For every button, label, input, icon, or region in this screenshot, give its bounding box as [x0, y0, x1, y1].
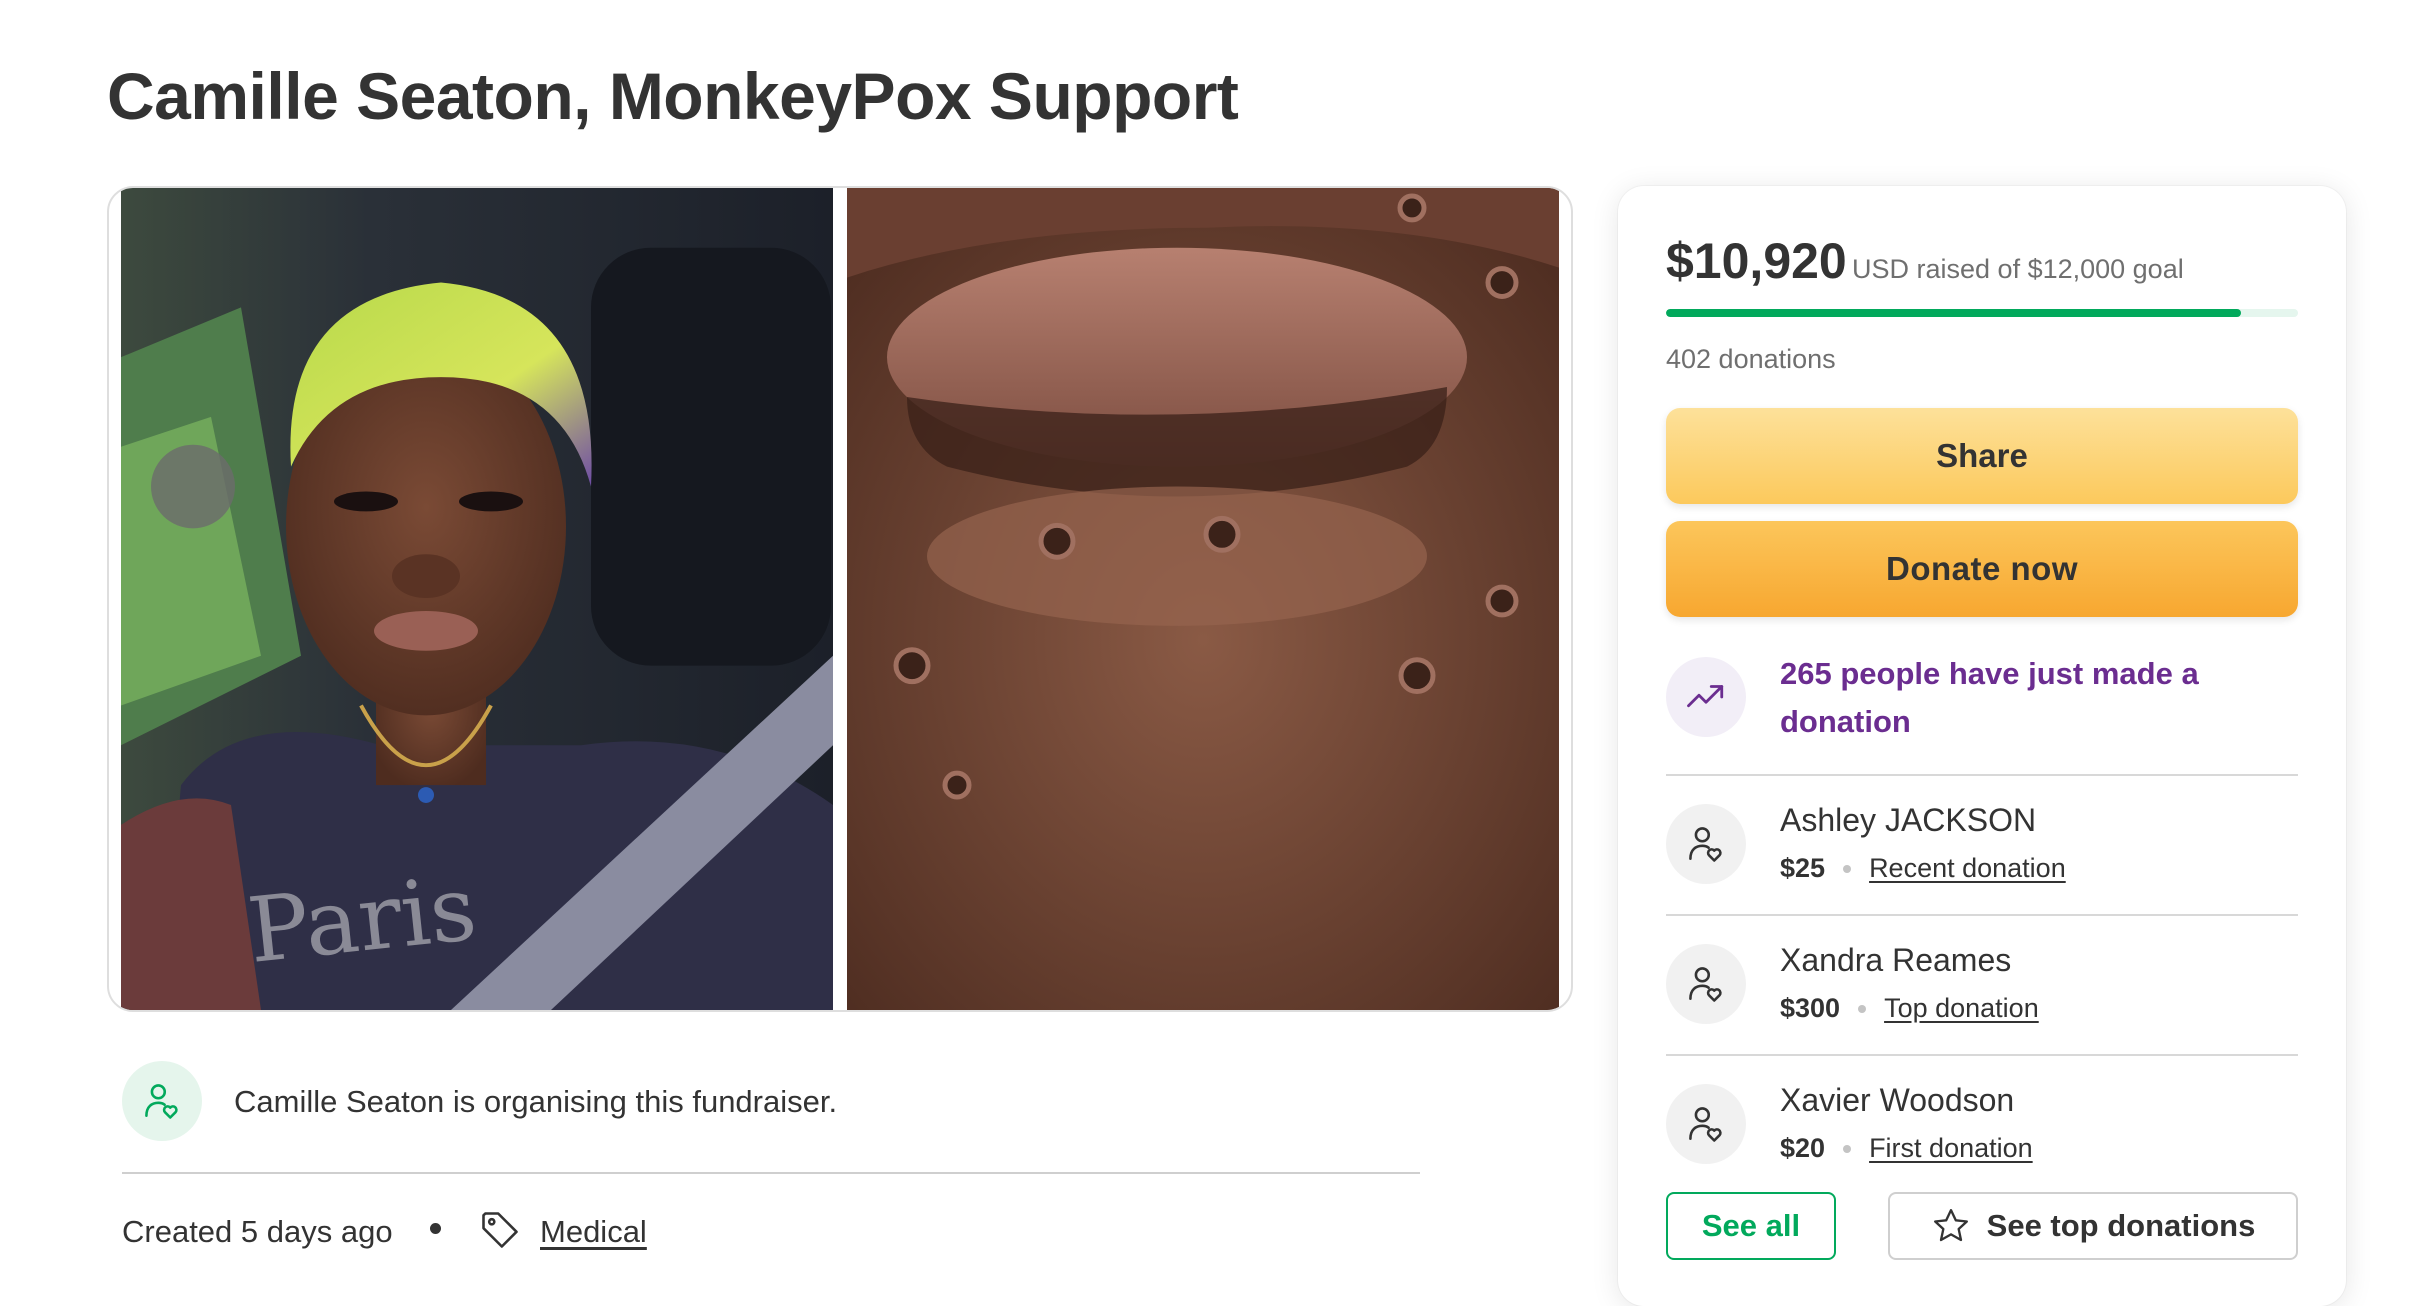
see-top-donations-button[interactable]: See top donations: [1888, 1192, 2298, 1260]
donor-amount: $25: [1780, 853, 1826, 883]
divider: [1666, 1054, 2298, 1056]
divider: [1666, 774, 2298, 776]
donate-now-button[interactable]: Donate now: [1666, 521, 2298, 617]
category-link[interactable]: Medical: [540, 1214, 647, 1250]
trend-badge: [1666, 657, 1746, 737]
divider: [122, 1172, 1420, 1174]
donation-count: 402 donations: [1666, 344, 1836, 374]
separator-dot: [1858, 1004, 1867, 1013]
donor-amount: $20: [1780, 1133, 1826, 1163]
donor-amount: $300: [1780, 993, 1841, 1023]
person-heart-icon: [1689, 1107, 1722, 1142]
recent-donations-notice: 265 people have just made a donation: [1780, 656, 2199, 739]
person-heart-icon: [1689, 967, 1722, 1002]
page-title: Camille Seaton, MonkeyPox Support: [107, 59, 1239, 133]
separator-dot: [1843, 864, 1852, 873]
progress-bar: [1666, 309, 2298, 317]
donor-name: Xandra Reames: [1780, 942, 2012, 978]
donation-type-link[interactable]: Recent donation: [1869, 853, 2066, 884]
donor-avatar: [1666, 944, 1746, 1024]
portrait-selfie-photo: Paris: [121, 188, 833, 1010]
share-button[interactable]: Share: [1666, 408, 2298, 504]
created-date: Created 5 days ago: [122, 1214, 393, 1249]
separator-dot: [1843, 1144, 1852, 1153]
see-top-donations-label: See top donations: [1986, 1208, 2256, 1243]
organiser-avatar: [122, 1061, 202, 1141]
closeup-lip-lesions-photo: [847, 188, 1559, 1010]
divider: [1666, 914, 2298, 916]
tag-icon: [482, 1212, 518, 1248]
donor-name: Ashley JACKSON: [1780, 802, 2037, 838]
donor-name: Xavier Woodson: [1780, 1082, 2015, 1118]
donation-type-link[interactable]: First donation: [1869, 1133, 2033, 1164]
donor-avatar: [1666, 1084, 1746, 1164]
person-heart-icon: [1689, 827, 1722, 862]
star-outline-icon: [1933, 1209, 1968, 1242]
donation-type-link[interactable]: Top donation: [1884, 993, 2039, 1024]
donor-meta: $20 First donation: [1780, 1133, 2033, 1164]
progress-fill: [1666, 309, 2242, 317]
donor-meta: $25 Recent donation: [1780, 853, 2066, 884]
see-all-button[interactable]: See all: [1666, 1192, 1836, 1260]
trending-up-icon: [1687, 685, 1724, 708]
separator-dot: [430, 1223, 441, 1234]
raised-amount: $10,920: [1666, 233, 1847, 289]
donor-avatar: [1666, 804, 1746, 884]
donor-meta: $300 Top donation: [1780, 993, 2039, 1024]
fundraiser-media[interactable]: Paris: [107, 186, 1573, 1012]
person-heart-icon: [145, 1084, 178, 1119]
raised-goal-text: USD raised of $12,000 goal: [1852, 254, 2184, 284]
organiser-text: Camille Seaton is organising this fundra…: [234, 1084, 838, 1119]
